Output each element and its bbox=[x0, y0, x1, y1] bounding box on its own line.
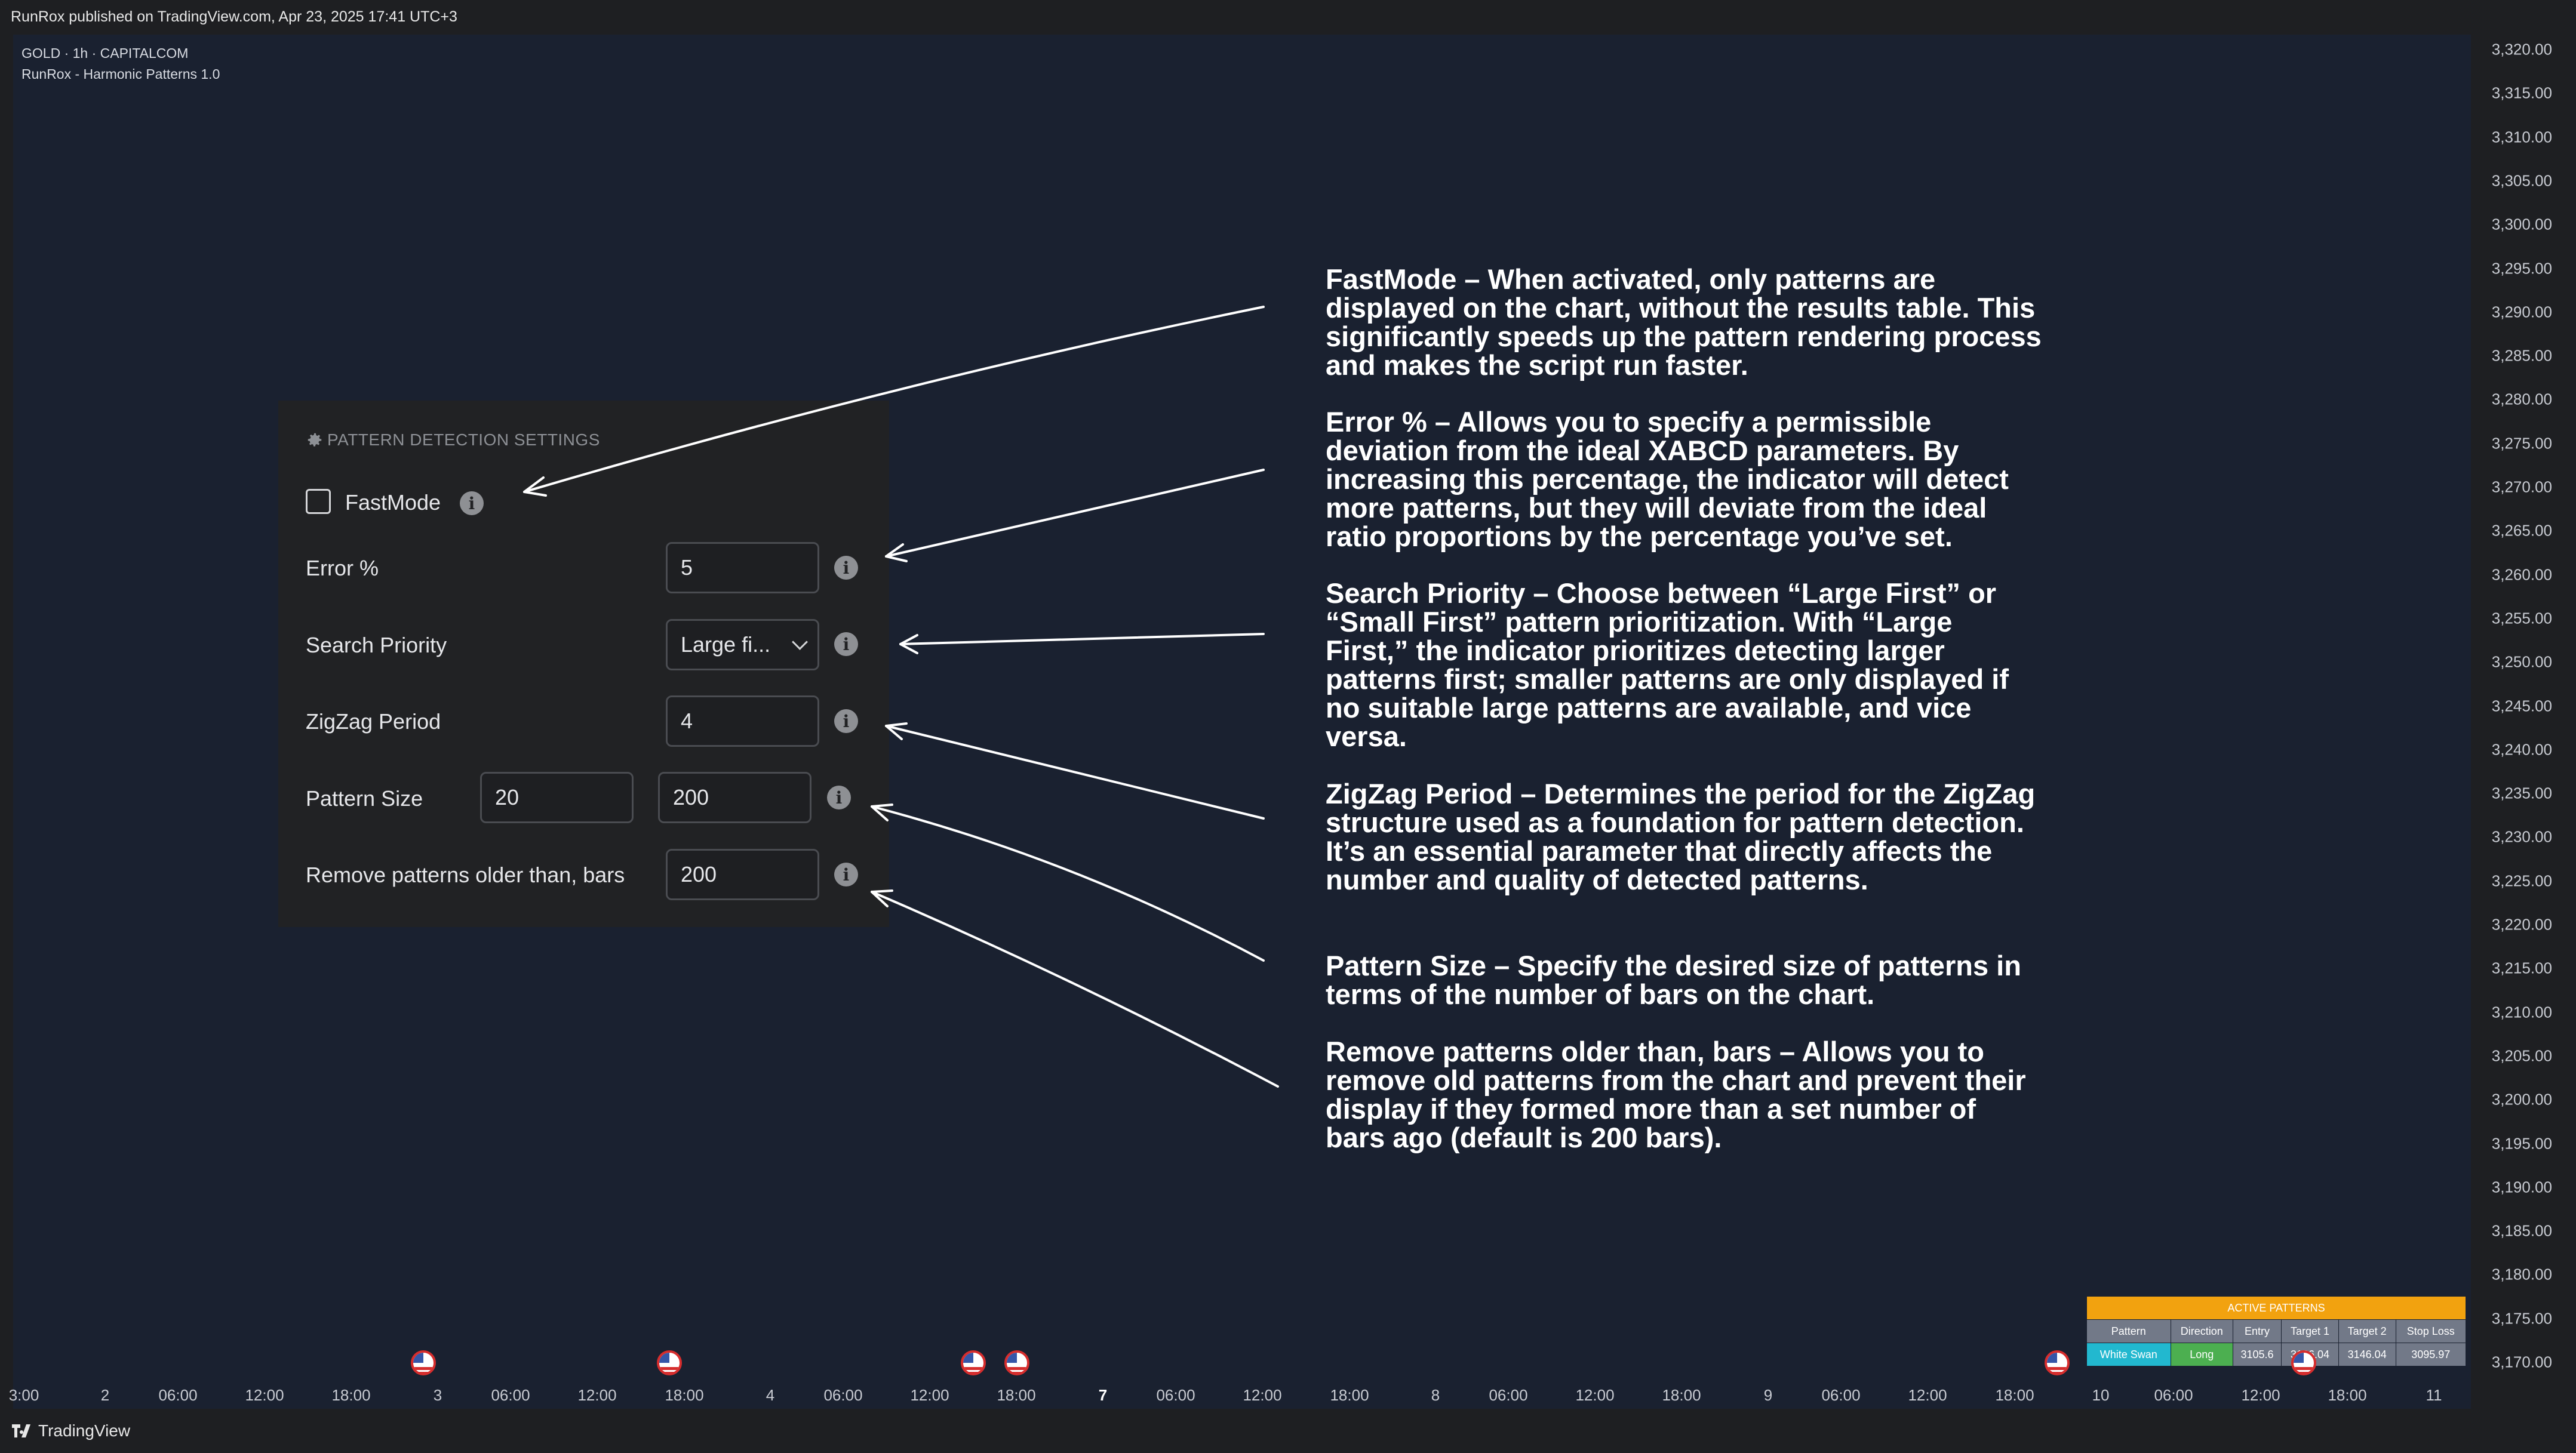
table-header: Pattern bbox=[2086, 1319, 2171, 1343]
arrow-error bbox=[885, 469, 1265, 558]
arrow-priority bbox=[899, 633, 1265, 645]
target2-cell: 3146.04 bbox=[2338, 1343, 2396, 1366]
bottom-bar bbox=[0, 1409, 2576, 1453]
annotation-arrows bbox=[523, 306, 1279, 1088]
search-priority-description: Search Priority – Choose between “Large … bbox=[1326, 577, 2009, 752]
entry-cell: 3105.6 bbox=[2232, 1343, 2282, 1366]
arrow-size bbox=[871, 805, 1265, 962]
arrow-remove bbox=[871, 891, 1279, 1088]
pattern-size-description: Pattern Size – Specify the desired size … bbox=[1326, 950, 2021, 1010]
arrow-fastmode bbox=[523, 306, 1265, 493]
us-flag-icon[interactable] bbox=[2291, 1350, 2316, 1375]
tradingview-logo-icon bbox=[12, 1424, 30, 1437]
table-header: Direction bbox=[2170, 1319, 2233, 1343]
active-patterns-title: ACTIVE PATTERNS bbox=[2086, 1296, 2466, 1320]
table-row: White Swan Long 3105.6 3126.04 3146.04 3… bbox=[2086, 1343, 2467, 1366]
tradingview-brand: TradingView bbox=[38, 1421, 131, 1440]
zigzag-period-description: ZigZag Period – Determines the period fo… bbox=[1326, 778, 2036, 895]
fastmode-description: FastMode – When activated, only patterns… bbox=[1326, 263, 2042, 381]
remove-old-patterns-description: Remove patterns older than, bars – Allow… bbox=[1326, 1036, 2026, 1153]
tradingview-logo[interactable]: TradingView bbox=[12, 1421, 130, 1440]
direction-cell: Long bbox=[2170, 1343, 2233, 1366]
stop-loss-cell: 3095.97 bbox=[2395, 1343, 2467, 1366]
active-patterns-table: ACTIVE PATTERNS Pattern Direction Entry … bbox=[2086, 1296, 2467, 1366]
pattern-name-cell: White Swan bbox=[2086, 1343, 2171, 1366]
table-header: Target 1 bbox=[2281, 1319, 2339, 1343]
table-header: Target 2 bbox=[2338, 1319, 2396, 1343]
arrow-zigzag bbox=[885, 725, 1265, 820]
error-description: Error % – Allows you to specify a permis… bbox=[1326, 406, 2009, 552]
table-header: Entry bbox=[2232, 1319, 2282, 1343]
table-header: Stop Loss bbox=[2395, 1319, 2467, 1343]
